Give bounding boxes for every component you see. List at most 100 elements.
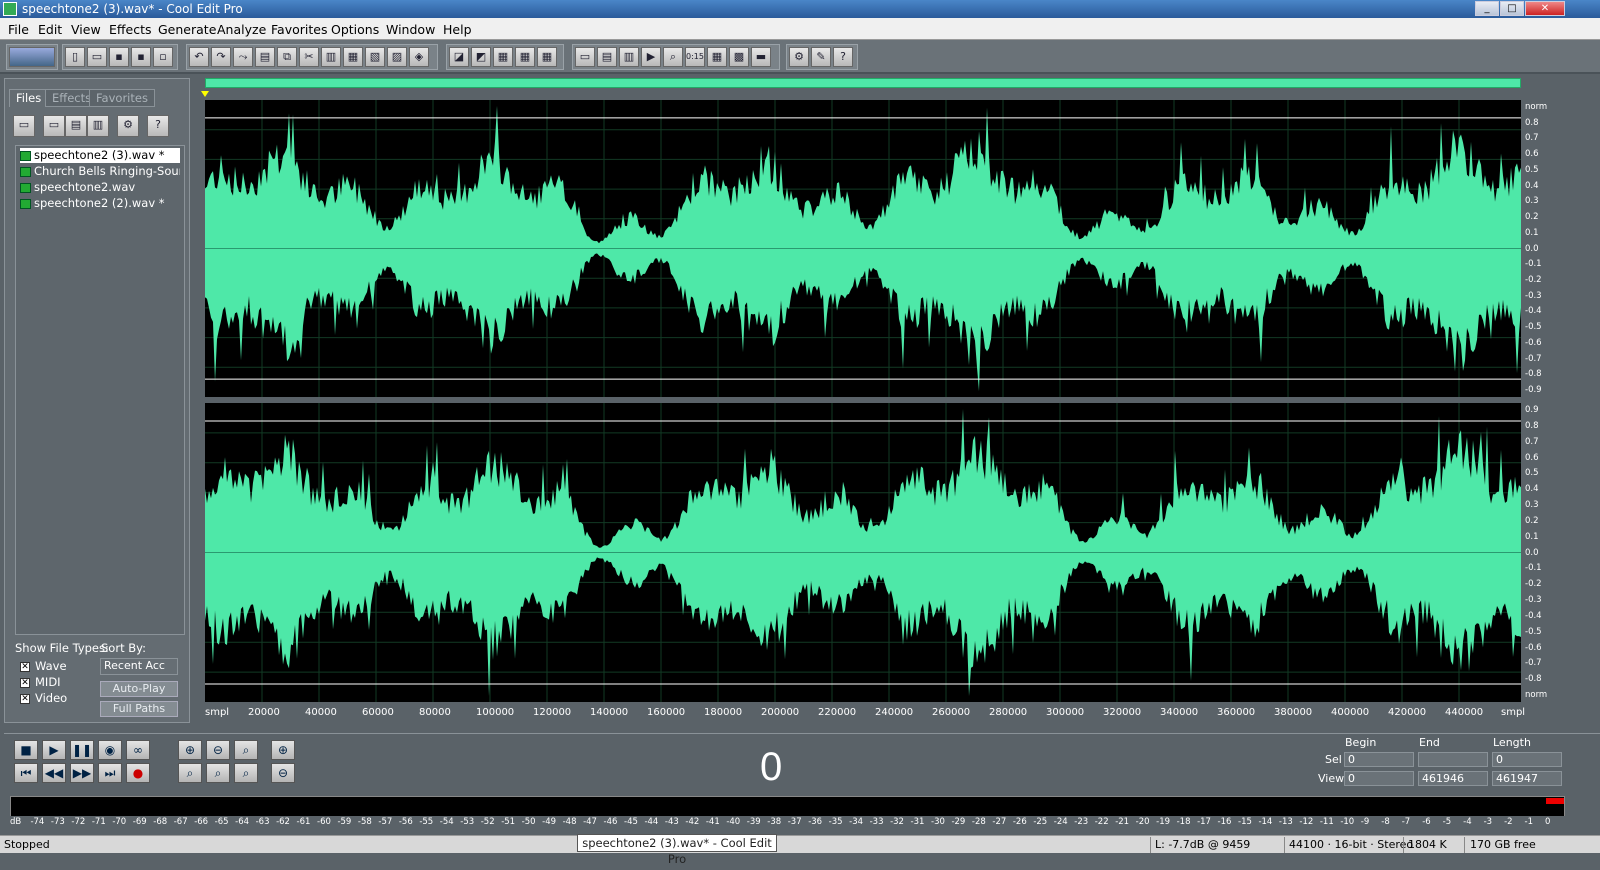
tab-files[interactable]: Files xyxy=(9,89,49,107)
open-file-icon[interactable]: ▭ xyxy=(13,115,35,137)
paste-icon[interactable]: ▥ xyxy=(321,47,341,67)
menu-window[interactable]: Window xyxy=(386,22,435,37)
auto-play-button[interactable]: Auto-Play xyxy=(100,681,178,697)
open-folder-icon[interactable]: ▭ xyxy=(87,47,107,67)
file-list: speechtone2 (3).wav * Church Bells Ringi… xyxy=(15,145,185,635)
zoom-right-icon[interactable]: ⌕ xyxy=(206,763,230,783)
close-selected-icon[interactable]: ▤ xyxy=(65,115,87,137)
zoom-out-vertical-icon[interactable]: ⊖ xyxy=(271,763,295,783)
midi-checkbox[interactable]: ✕ xyxy=(20,678,30,688)
delete-silence-icon[interactable]: ◈ xyxy=(409,47,429,67)
view-begin-field[interactable]: 0 xyxy=(1344,771,1414,786)
file-item[interactable]: Church Bells Ringing-Sound... xyxy=(20,164,180,179)
view-end-field[interactable]: 461946 xyxy=(1418,771,1488,786)
zoom-out-icon[interactable]: ⊖ xyxy=(206,740,230,760)
zoom-in-icon[interactable]: ⊕ xyxy=(178,740,202,760)
sel-length-field[interactable]: 0 xyxy=(1492,752,1562,767)
grid-view-icon[interactable]: ▦ xyxy=(493,47,513,67)
panel-help-icon[interactable]: ? xyxy=(147,115,169,137)
undo-icon[interactable]: ↶ xyxy=(189,47,209,67)
sort-by-select[interactable]: Recent Acc xyxy=(100,658,178,675)
save-icon[interactable]: ▪ xyxy=(109,47,129,67)
tab-favorites[interactable]: Favorites xyxy=(89,89,155,107)
open-append-icon[interactable]: ▭ xyxy=(43,115,65,137)
sel-end-field[interactable] xyxy=(1418,752,1488,767)
db-tick-label: -9 xyxy=(1360,817,1370,827)
file-item[interactable]: speechtone2 (3).wav * xyxy=(20,148,180,163)
multitrack-toggle-icon[interactable] xyxy=(9,47,55,67)
wave-checkbox[interactable]: ✕ xyxy=(20,662,30,672)
full-paths-button[interactable]: Full Paths xyxy=(100,701,178,717)
level-meter-icon[interactable]: ▩ xyxy=(729,47,749,67)
time-ruler[interactable]: smpl 20000 40000 60000 80000 100000 120000 1400… xyxy=(205,704,1525,720)
view-length-field[interactable]: 461947 xyxy=(1492,771,1562,786)
rewind-icon[interactable]: ◀◀ xyxy=(42,763,66,783)
file-item[interactable]: speechtone2 (2).wav * xyxy=(20,196,180,211)
zoom-window-icon[interactable]: ⌕ xyxy=(663,47,683,67)
stop-icon[interactable]: ■ xyxy=(14,740,38,760)
waveform-right-channel[interactable] xyxy=(205,403,1521,702)
video-checkbox[interactable]: ✕ xyxy=(20,694,30,704)
fast-forward-icon[interactable]: ▶▶ xyxy=(70,763,94,783)
pause-icon[interactable]: ❚❚ xyxy=(70,740,94,760)
sel-begin-field[interactable]: 0 xyxy=(1344,752,1414,767)
play-to-end-icon[interactable]: ◉ xyxy=(98,740,122,760)
go-to-start-icon[interactable]: ⏮ xyxy=(14,763,38,783)
trim-icon[interactable]: ▨ xyxy=(387,47,407,67)
playlist-icon[interactable]: ▥ xyxy=(619,47,639,67)
play-icon[interactable]: ▶ xyxy=(42,740,66,760)
go-to-end-icon[interactable]: ⏭ xyxy=(98,763,122,783)
zoom-selection-icon[interactable]: ⌕ xyxy=(234,763,258,783)
close-file-icon[interactable]: ▫ xyxy=(153,47,173,67)
status-bar-icon[interactable]: ▬ xyxy=(751,47,771,67)
cut-icon[interactable]: ✂ xyxy=(299,47,319,67)
selection-window-icon[interactable]: ▦ xyxy=(707,47,727,67)
menu-help[interactable]: Help xyxy=(443,22,472,37)
settings-gear-icon[interactable]: ⚙ xyxy=(789,47,809,67)
menu-view[interactable]: View xyxy=(71,22,101,37)
menu-edit[interactable]: Edit xyxy=(38,22,62,37)
mix-paste-icon[interactable]: ▧ xyxy=(365,47,385,67)
play-window-icon[interactable]: ▶ xyxy=(641,47,661,67)
insert-multitrack-icon[interactable]: ▥ xyxy=(87,115,109,137)
help-icon[interactable]: ? xyxy=(833,47,853,67)
menu-analyze[interactable]: Analyze xyxy=(217,22,266,37)
cursor-marker-icon[interactable] xyxy=(201,91,209,97)
menu-effects[interactable]: Effects xyxy=(109,22,152,37)
new-file-icon[interactable]: ▯ xyxy=(65,47,85,67)
script-icon[interactable]: ✎ xyxy=(811,47,831,67)
record-icon[interactable]: ● xyxy=(126,763,150,783)
repeat-icon[interactable]: ⤳ xyxy=(233,47,253,67)
toolbar-mode-group xyxy=(6,44,58,70)
db-tick-label: -53 xyxy=(460,817,475,827)
overview-bar[interactable] xyxy=(205,78,1521,88)
db-tick-label: -41 xyxy=(705,817,720,827)
time-window-icon[interactable]: 0:15 xyxy=(685,47,705,67)
minimize-button[interactable]: _ xyxy=(1475,1,1499,16)
zoom-full-icon[interactable]: ⌕ xyxy=(234,740,258,760)
waveform-view-icon[interactable]: ◪ xyxy=(449,47,469,67)
menu-favorites[interactable]: Favorites xyxy=(271,22,327,37)
menu-options[interactable]: Options xyxy=(331,22,379,37)
cue-list-icon[interactable]: ▤ xyxy=(597,47,617,67)
redo-icon[interactable]: ↷ xyxy=(211,47,231,67)
zoom-in-vertical-icon[interactable]: ⊕ xyxy=(271,740,295,760)
copy-new-icon[interactable]: ▤ xyxy=(255,47,275,67)
channel-left-icon[interactable]: ▦ xyxy=(515,47,535,67)
paste-new-icon[interactable]: ▦ xyxy=(343,47,363,67)
close-button[interactable]: ✕ xyxy=(1525,1,1565,16)
copy-icon[interactable]: ⧉ xyxy=(277,47,297,67)
maximize-button[interactable]: □ xyxy=(1500,1,1524,16)
spectral-view-icon[interactable]: ◩ xyxy=(471,47,491,67)
save-all-icon[interactable]: ▪ xyxy=(131,47,151,67)
menu-file[interactable]: File xyxy=(8,22,29,37)
menu-generate[interactable]: Generate xyxy=(158,22,216,37)
channel-right-icon[interactable]: ▦ xyxy=(537,47,557,67)
zoom-left-icon[interactable]: ⌕ xyxy=(178,763,202,783)
waveform-left-channel[interactable] xyxy=(205,100,1521,397)
organizer-icon[interactable]: ▭ xyxy=(575,47,595,67)
db-tick-label: -30 xyxy=(931,817,945,827)
panel-settings-icon[interactable]: ⚙ xyxy=(117,115,139,137)
file-item[interactable]: speechtone2.wav xyxy=(20,180,180,195)
loop-icon[interactable]: ∞ xyxy=(126,740,150,760)
